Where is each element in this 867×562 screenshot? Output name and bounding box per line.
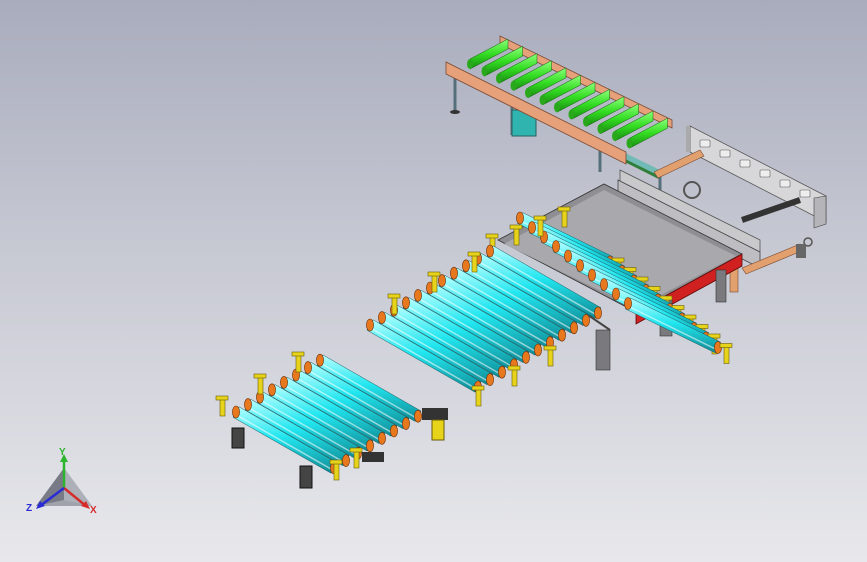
frame-slot xyxy=(779,179,791,188)
frame-slot xyxy=(759,169,771,178)
roller-table-3 xyxy=(215,351,422,481)
z-axis-label: Z xyxy=(26,503,33,514)
model-viewport[interactable]: Y Z X xyxy=(0,0,867,562)
yellow-bracket xyxy=(291,351,305,373)
yellow-bracket xyxy=(471,385,485,407)
axis-triad: Y Z X xyxy=(24,448,104,523)
yellow-bracket xyxy=(507,365,521,387)
yellow-bracket xyxy=(543,345,557,367)
y-axis-label: Y xyxy=(59,447,66,458)
frame-slot xyxy=(799,189,811,198)
x-axis-label: X xyxy=(90,505,97,516)
yellow-bracket xyxy=(719,343,733,364)
frame-slot xyxy=(739,159,751,168)
frame-slot xyxy=(699,139,711,148)
green-roller-conveyor xyxy=(445,35,673,200)
yellow-bracket xyxy=(215,395,229,417)
frame-slot xyxy=(719,149,731,158)
yellow-bracket xyxy=(253,373,267,395)
conveyor-assembly[interactable] xyxy=(0,0,867,562)
